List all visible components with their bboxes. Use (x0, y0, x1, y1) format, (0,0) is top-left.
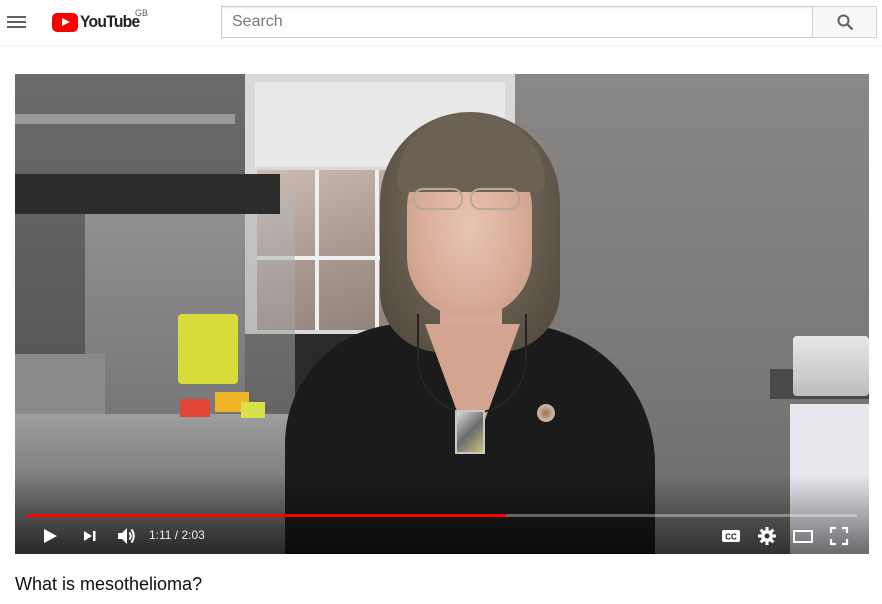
subtitles-button[interactable]: CC (719, 524, 743, 548)
fullscreen-button[interactable] (827, 524, 851, 548)
volume-icon (118, 528, 135, 544)
svg-text:CC: CC (725, 533, 737, 542)
video-title: What is mesothelioma? (15, 574, 203, 594)
search-icon (837, 14, 854, 31)
country-code: GB (135, 8, 149, 18)
next-button[interactable] (79, 524, 101, 548)
theater-mode-icon (793, 530, 813, 543)
fullscreen-icon (829, 526, 849, 546)
menu-icon[interactable] (6, 11, 28, 33)
search-button[interactable] (812, 6, 877, 38)
settings-button[interactable] (755, 524, 779, 548)
next-icon (84, 531, 96, 541)
search-input[interactable] (221, 6, 812, 38)
youtube-logo-icon (52, 12, 78, 32)
progress-played (27, 514, 506, 517)
video-player[interactable]: 1:11 / 2:03 CC (15, 74, 869, 554)
youtube-logo[interactable]: YouTube GB (52, 8, 149, 33)
time-display: 1:11 / 2:03 (149, 528, 205, 542)
subtitles-icon: CC (722, 530, 740, 542)
theater-mode-button[interactable] (791, 524, 815, 548)
play-button[interactable] (39, 524, 61, 548)
logo-text: YouTube (80, 12, 140, 31)
settings-icon (758, 527, 776, 545)
mute-button[interactable] (115, 524, 139, 548)
masthead: YouTube GB (0, 0, 882, 46)
play-icon (44, 529, 57, 543)
progress-bar[interactable] (27, 514, 857, 517)
